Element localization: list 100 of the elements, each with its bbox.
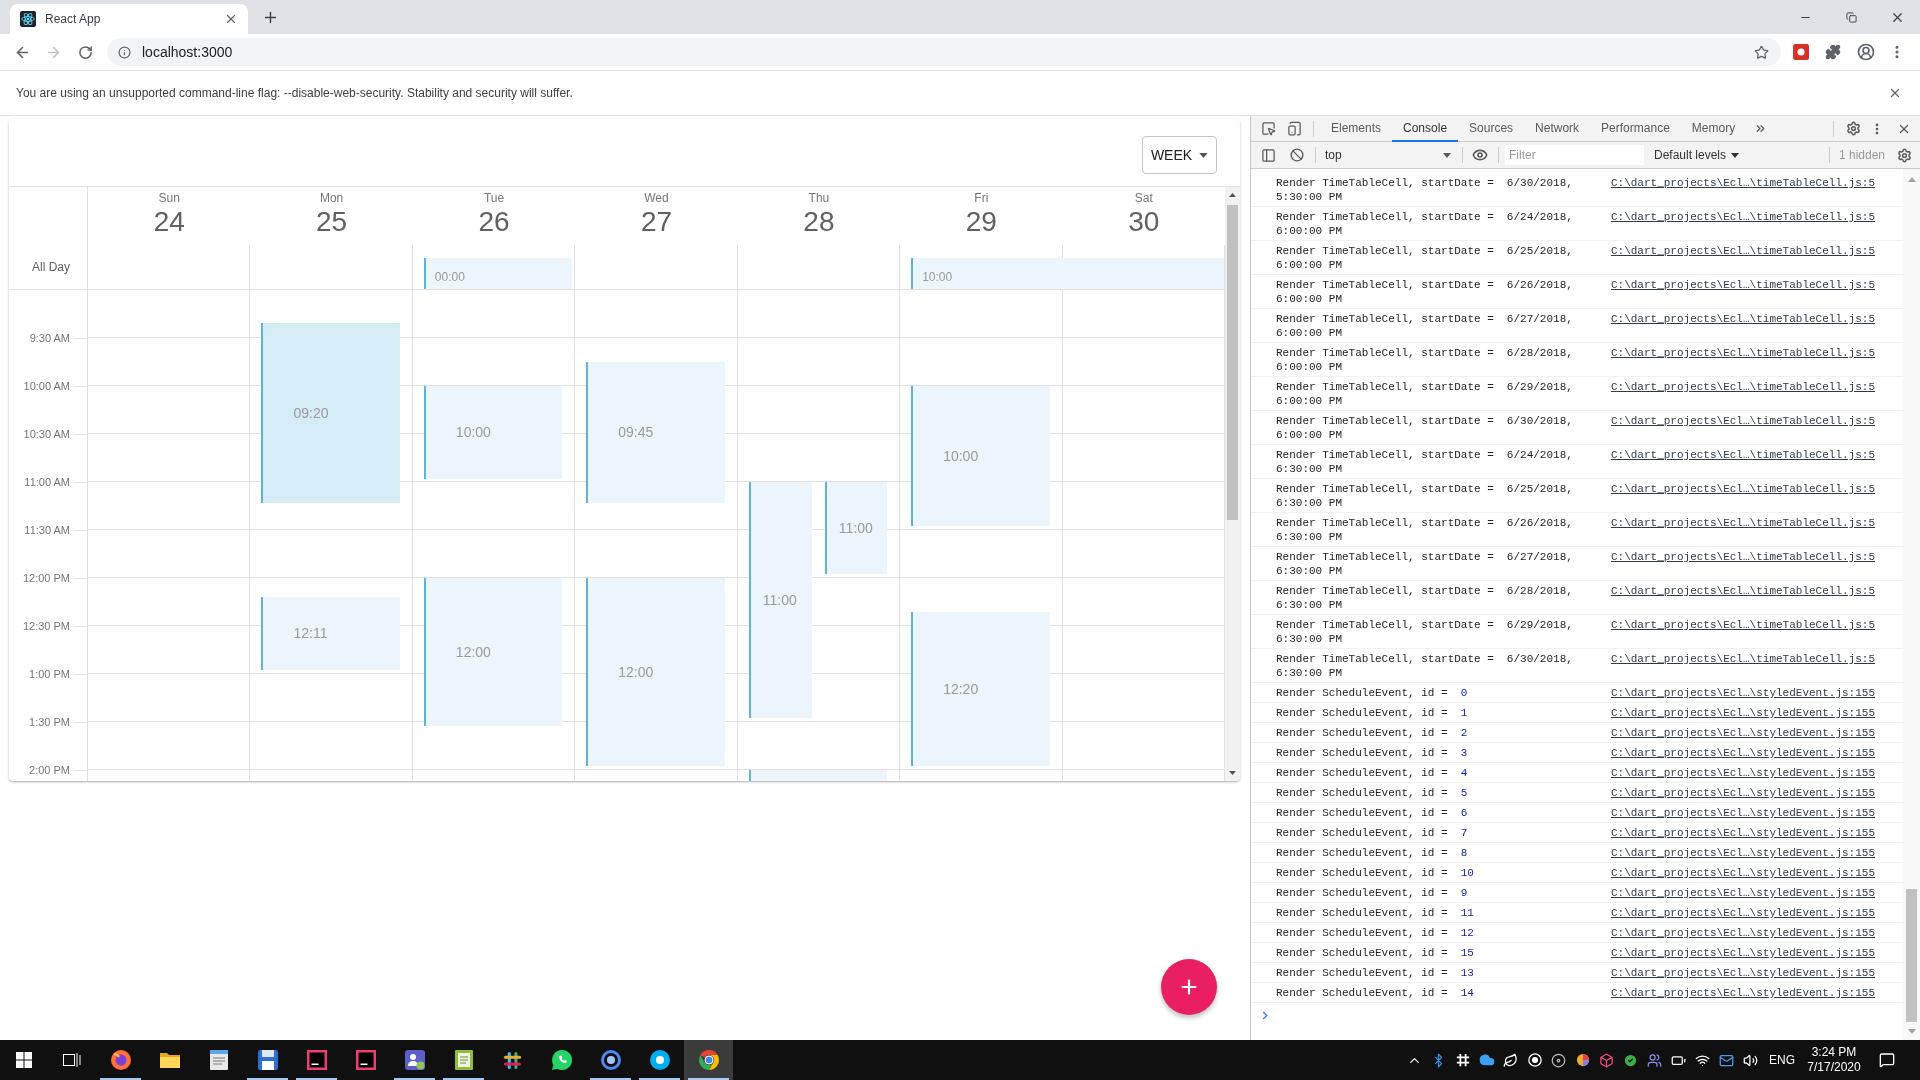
inspect-icon[interactable] [1261,121,1276,136]
devtools-tab[interactable]: Elements [1320,115,1393,142]
source-link[interactable]: C:\dart_projects\Ecl…\timeTableCell.js:5 [1610,482,1875,496]
speaker-icon[interactable] [1743,1052,1759,1068]
add-button[interactable] [1161,959,1217,1015]
clock[interactable]: 3:24 PM 7/17/2020 [1803,1045,1865,1075]
source-link[interactable]: C:\dart_projects\Ecl…\timeTableCell.js:5 [1610,516,1875,530]
restore-icon[interactable] [1845,11,1857,23]
source-link[interactable]: C:\dart_projects\Ecl…\timeTableCell.js:5 [1610,448,1875,462]
close-icon[interactable] [224,12,238,26]
puzzle-icon[interactable] [1825,44,1841,60]
source-link[interactable]: C:\dart_projects\Ecl…\timeTableCell.js:5 [1610,550,1875,564]
source-link[interactable]: C:\dart_projects\Ecl…\styledEvent.js:155 [1610,766,1875,780]
disc-icon[interactable] [1551,1052,1567,1068]
source-link[interactable]: C:\dart_projects\Ecl…\styledEvent.js:155 [1610,686,1875,700]
account-icon[interactable] [1857,43,1875,61]
devtools-tab[interactable]: Network [1524,115,1591,142]
device-icon[interactable] [1287,121,1302,136]
source-link[interactable]: C:\dart_projects\Ecl…\timeTableCell.js:5 [1610,244,1875,258]
task-view-icon[interactable] [62,1052,81,1068]
log-message: Render TimeTableCell, startDate = 6/24/2018, 6:30:00 PM [1276,448,1574,476]
context-select[interactable]: top [1322,146,1456,164]
devtools-tab[interactable]: Performance [1590,115,1681,142]
view-select-button[interactable]: WEEK [1142,136,1217,174]
four-panes-icon[interactable] [15,1052,32,1068]
devtools-tab[interactable]: Sources [1458,115,1525,142]
scrollbar-thumb[interactable] [1906,889,1917,1022]
app-tile-icon [306,1050,327,1070]
source-link[interactable]: C:\dart_projects\Ecl…\styledEvent.js:155 [1610,986,1875,1000]
source-link[interactable]: C:\dart_projects\Ecl…\styledEvent.js:155 [1610,906,1875,920]
source-link[interactable]: C:\dart_projects\Ecl…\timeTableCell.js:5 [1610,652,1875,666]
log-message: Render ScheduleEvent, id = 3 [1276,746,1469,760]
log-message: Render ScheduleEvent, id = 15 [1276,946,1475,960]
source-link[interactable]: C:\dart_projects\Ecl…\timeTableCell.js:5 [1610,176,1875,190]
source-link[interactable]: C:\dart_projects\Ecl…\timeTableCell.js:5 [1610,278,1875,292]
log-message: Render TimeTableCell, startDate = 6/24/2018, 6:00:00 PM [1276,210,1574,238]
source-link[interactable]: C:\dart_projects\Ecl…\timeTableCell.js:5 [1610,210,1875,224]
source-link[interactable]: C:\dart_projects\Ecl…\styledEvent.js:155 [1610,806,1875,820]
log-message: Render ScheduleEvent, id = 10 [1276,866,1475,880]
source-link[interactable]: C:\dart_projects\Ecl…\timeTableCell.js:5 [1610,346,1875,360]
notification-icon[interactable] [1879,1052,1895,1068]
square-tile-icon[interactable] [1793,44,1809,60]
scrollbar-thumb[interactable] [1227,205,1238,520]
settings-icon[interactable] [1897,147,1912,163]
address-bar[interactable]: localhost:3000 [107,38,1781,66]
language-indicator[interactable]: ENG [1769,1051,1795,1069]
source-link[interactable]: C:\dart_projects\Ecl…\styledEvent.js:155 [1610,726,1875,740]
cube-icon[interactable] [1599,1052,1615,1068]
source-link[interactable]: C:\dart_projects\Ecl…\timeTableCell.js:5 [1610,414,1875,428]
source-link[interactable]: C:\dart_projects\Ecl…\timeTableCell.js:5 [1610,380,1875,394]
taskbar-app-button[interactable] [684,1040,733,1080]
log-message: Render ScheduleEvent, id = 13 [1276,966,1475,980]
devtools-tab[interactable]: Memory [1680,115,1747,142]
leaf-icon[interactable] [1503,1052,1519,1068]
time-label: 12:00 PM [22,571,70,585]
source-link[interactable]: C:\dart_projects\Ecl…\styledEvent.js:155 [1610,746,1875,760]
source-link[interactable]: C:\dart_projects\Ecl…\styledEvent.js:155 [1610,926,1875,940]
sidebar-icon[interactable] [1261,147,1276,163]
day-number: 27 [640,206,673,238]
source-link[interactable]: C:\dart_projects\Ecl…\styledEvent.js:155 [1610,866,1875,880]
day-name: Tue [483,191,505,205]
browser-tab[interactable]: React App [10,4,248,34]
wifi-icon[interactable] [1695,1052,1711,1068]
time-label: 11:00 AM [24,475,70,489]
check-circle-icon[interactable] [1623,1052,1639,1068]
source-link[interactable]: C:\dart_projects\Ecl…\styledEvent.js:155 [1610,786,1875,800]
source-link[interactable]: C:\dart_projects\Ecl…\timeTableCell.js:5 [1610,584,1875,598]
log-message: Render TimeTableCell, startDate = 6/29/2018, 6:30:00 PM [1276,618,1574,646]
source-link[interactable]: C:\dart_projects\Ecl…\styledEvent.js:155 [1610,706,1875,720]
source-link[interactable]: C:\dart_projects\Ecl…\styledEvent.js:155 [1610,846,1875,860]
hash-icon [503,1050,522,1070]
day-number: 30 [1128,206,1160,238]
log-message: Render ScheduleEvent, id = 8 [1276,846,1469,860]
cloud-icon[interactable] [1479,1052,1495,1068]
info-icon[interactable] [118,45,131,59]
filter-field[interactable]: Filter [1505,145,1644,165]
source-link[interactable]: C:\dart_projects\Ecl…\styledEvent.js:155 [1610,946,1875,960]
day-name: Sun [158,191,180,205]
star-icon[interactable] [1754,44,1769,60]
log-message: Render ScheduleEvent, id = 1 [1276,706,1469,720]
settings-icon[interactable] [1846,121,1861,136]
hash-icon[interactable] [1456,1053,1470,1067]
notebook-icon [454,1050,473,1070]
mail-icon[interactable] [1719,1052,1735,1068]
log-message: Render ScheduleEvent, id = 6 [1276,806,1469,820]
log-message: Render TimeTableCell, startDate = 6/26/2018, 6:00:00 PM [1276,278,1574,306]
close-icon[interactable] [1888,86,1902,100]
source-link[interactable]: C:\dart_projects\Ecl…\timeTableCell.js:5 [1610,618,1875,632]
clear-icon[interactable] [1290,148,1304,162]
log-message: Render TimeTableCell, startDate = 6/27/2018, 6:30:00 PM [1276,550,1574,578]
source-link[interactable]: C:\dart_projects\Ecl…\styledEvent.js:155 [1610,886,1875,900]
reload-icon[interactable] [78,44,93,60]
people-icon[interactable] [1647,1052,1663,1068]
pie-icon[interactable] [1576,1053,1590,1067]
record-icon[interactable] [1528,1053,1542,1067]
source-link[interactable]: C:\dart_projects\Ecl…\styledEvent.js:155 [1610,826,1875,840]
source-link[interactable]: C:\dart_projects\Ecl…\timeTableCell.js:5 [1610,312,1875,326]
source-link[interactable]: C:\dart_projects\Ecl…\styledEvent.js:155 [1610,966,1875,980]
eye-icon[interactable] [1472,147,1488,163]
levels-select[interactable]: Default levels [1654,146,1740,164]
